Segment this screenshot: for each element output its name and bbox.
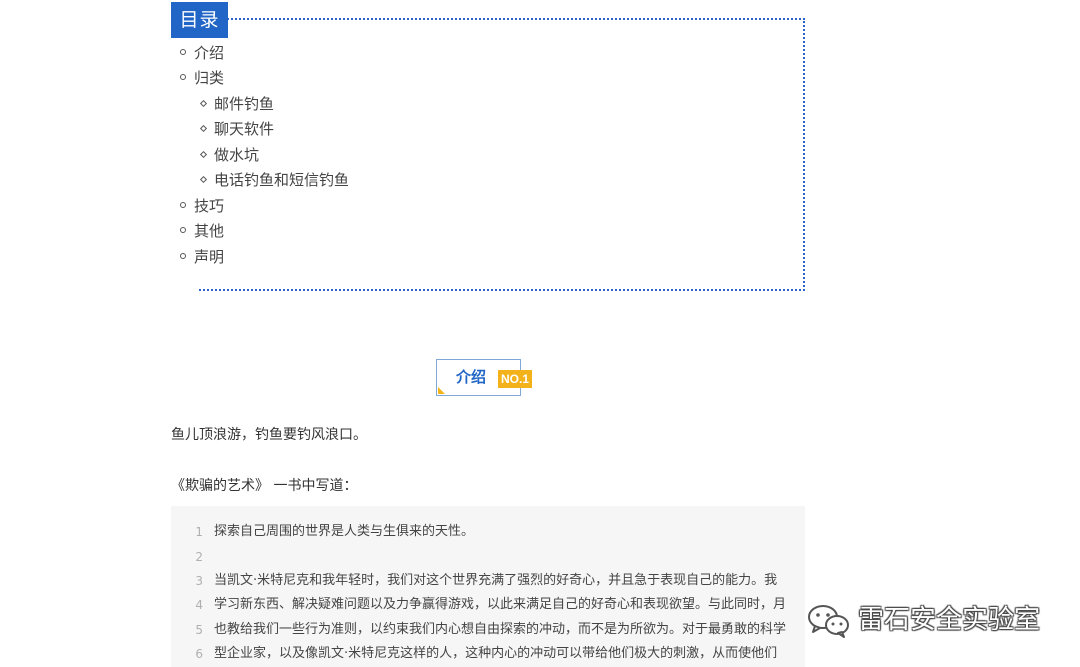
- toc-item-intro[interactable]: 介绍: [180, 43, 225, 63]
- toc-item-watering-hole[interactable]: 做水坑: [199, 145, 260, 165]
- section-heading-label: 介绍: [456, 368, 487, 386]
- toc-item-statement[interactable]: 声明: [180, 247, 225, 267]
- toc-title: 目录: [171, 2, 228, 38]
- toc-item-label: 邮件钓鱼: [214, 95, 275, 113]
- code-line: 5 也教给我们一些行为准则，以约束我们内心想自由探索的冲动，而不是为所欲为。对于…: [171, 619, 805, 641]
- toc-item-label: 做水坑: [214, 146, 260, 164]
- toc-item-label: 聊天软件: [214, 120, 275, 138]
- code-line-text: 型企业家，以及像凯文·米特尼克这样的人，这种内心的冲动可以带给他们极大的刺激，从…: [214, 646, 778, 661]
- toc-item-email-phishing[interactable]: 邮件钓鱼: [199, 94, 275, 114]
- code-line-text: 探索自己周围的世界是人类与生俱来的天性。: [214, 524, 475, 539]
- watermark: 雷石安全实验室: [806, 600, 1056, 640]
- line-number: 6: [195, 647, 203, 661]
- code-line: 4 学习新东西、解决疑难问题以及力争赢得游戏，以此来满足自己的好奇心和表现欲望。…: [171, 594, 805, 616]
- line-number: 3: [195, 574, 203, 588]
- code-line-text: 也教给我们一些行为准则，以约束我们内心想自由探索的冲动，而不是为所欲为。对于最勇…: [214, 622, 787, 637]
- section-heading: 介绍 NO.1: [436, 359, 536, 397]
- section-number-badge: NO.1: [498, 370, 533, 388]
- toc-item-label: 电话钓鱼和短信钓鱼: [214, 171, 350, 189]
- toc-item-label: 声明: [194, 248, 225, 266]
- line-number: 1: [195, 525, 203, 539]
- toc-item-label: 其他: [194, 222, 225, 240]
- wechat-icon: [808, 605, 849, 638]
- paragraph-intro: 鱼儿顶浪游，钓鱼要钓风浪口。: [171, 427, 367, 443]
- toc-item-phone-sms-phishing[interactable]: 电话钓鱼和短信钓鱼: [199, 170, 350, 190]
- code-line: 6 型企业家，以及像凯文·米特尼克这样的人，这种内心的冲动可以带给他们极大的刺激…: [171, 643, 805, 665]
- circle-bullet-icon: [180, 74, 186, 80]
- toc-item-other[interactable]: 其他: [180, 221, 225, 241]
- circle-bullet-icon: [180, 202, 186, 208]
- toc-item-label: 技巧: [194, 197, 225, 215]
- code-block: 1 探索自己周围的世界是人类与生俱来的天性。 2 3 当凯文·米特尼克和我年轻时…: [171, 506, 805, 667]
- toc-item-label: 介绍: [194, 44, 225, 62]
- paragraph-quote-lead: 《欺骗的艺术》 一书中写道：: [171, 478, 358, 494]
- line-number: 4: [195, 598, 203, 612]
- code-line: 3 当凯文·米特尼克和我年轻时，我们对这个世界充满了强烈的好奇心，并且急于表现自…: [171, 570, 805, 592]
- toc-item-label: 归类: [194, 69, 225, 87]
- code-line: 2: [171, 546, 805, 568]
- circle-bullet-icon: [180, 227, 186, 233]
- code-line-text: 学习新东西、解决疑难问题以及力争赢得游戏，以此来满足自己的好奇心和表现欲望。与此…: [214, 597, 787, 612]
- corner-triangle-icon: [438, 387, 445, 394]
- circle-bullet-icon: [180, 253, 186, 259]
- toc-item-chat-software[interactable]: 聊天软件: [199, 119, 275, 139]
- circle-bullet-icon: [180, 49, 186, 55]
- line-number: 5: [195, 623, 203, 637]
- line-number: 2: [195, 550, 203, 564]
- toc-item-category[interactable]: 归类: [180, 68, 225, 88]
- code-line-text: 当凯文·米特尼克和我年轻时，我们对这个世界充满了强烈的好奇心，并且急于表现自己的…: [214, 573, 778, 588]
- toc-frame: [199, 18, 805, 291]
- code-line: 1 探索自己周围的世界是人类与生俱来的天性。: [171, 521, 805, 543]
- toc-item-tips[interactable]: 技巧: [180, 196, 225, 216]
- watermark-text: 雷石安全实验室: [858, 605, 1041, 635]
